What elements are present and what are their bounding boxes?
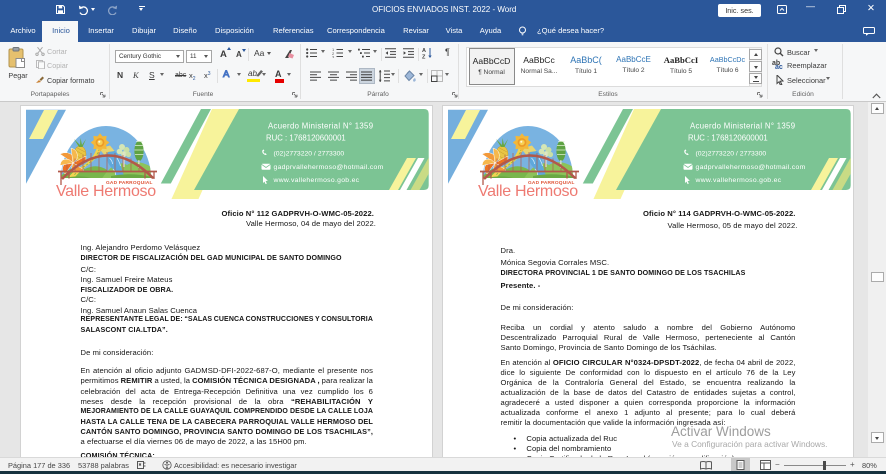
svg-text:3: 3: [332, 55, 335, 59]
svg-text:A: A: [422, 48, 426, 54]
svg-text:Z: Z: [422, 55, 426, 60]
